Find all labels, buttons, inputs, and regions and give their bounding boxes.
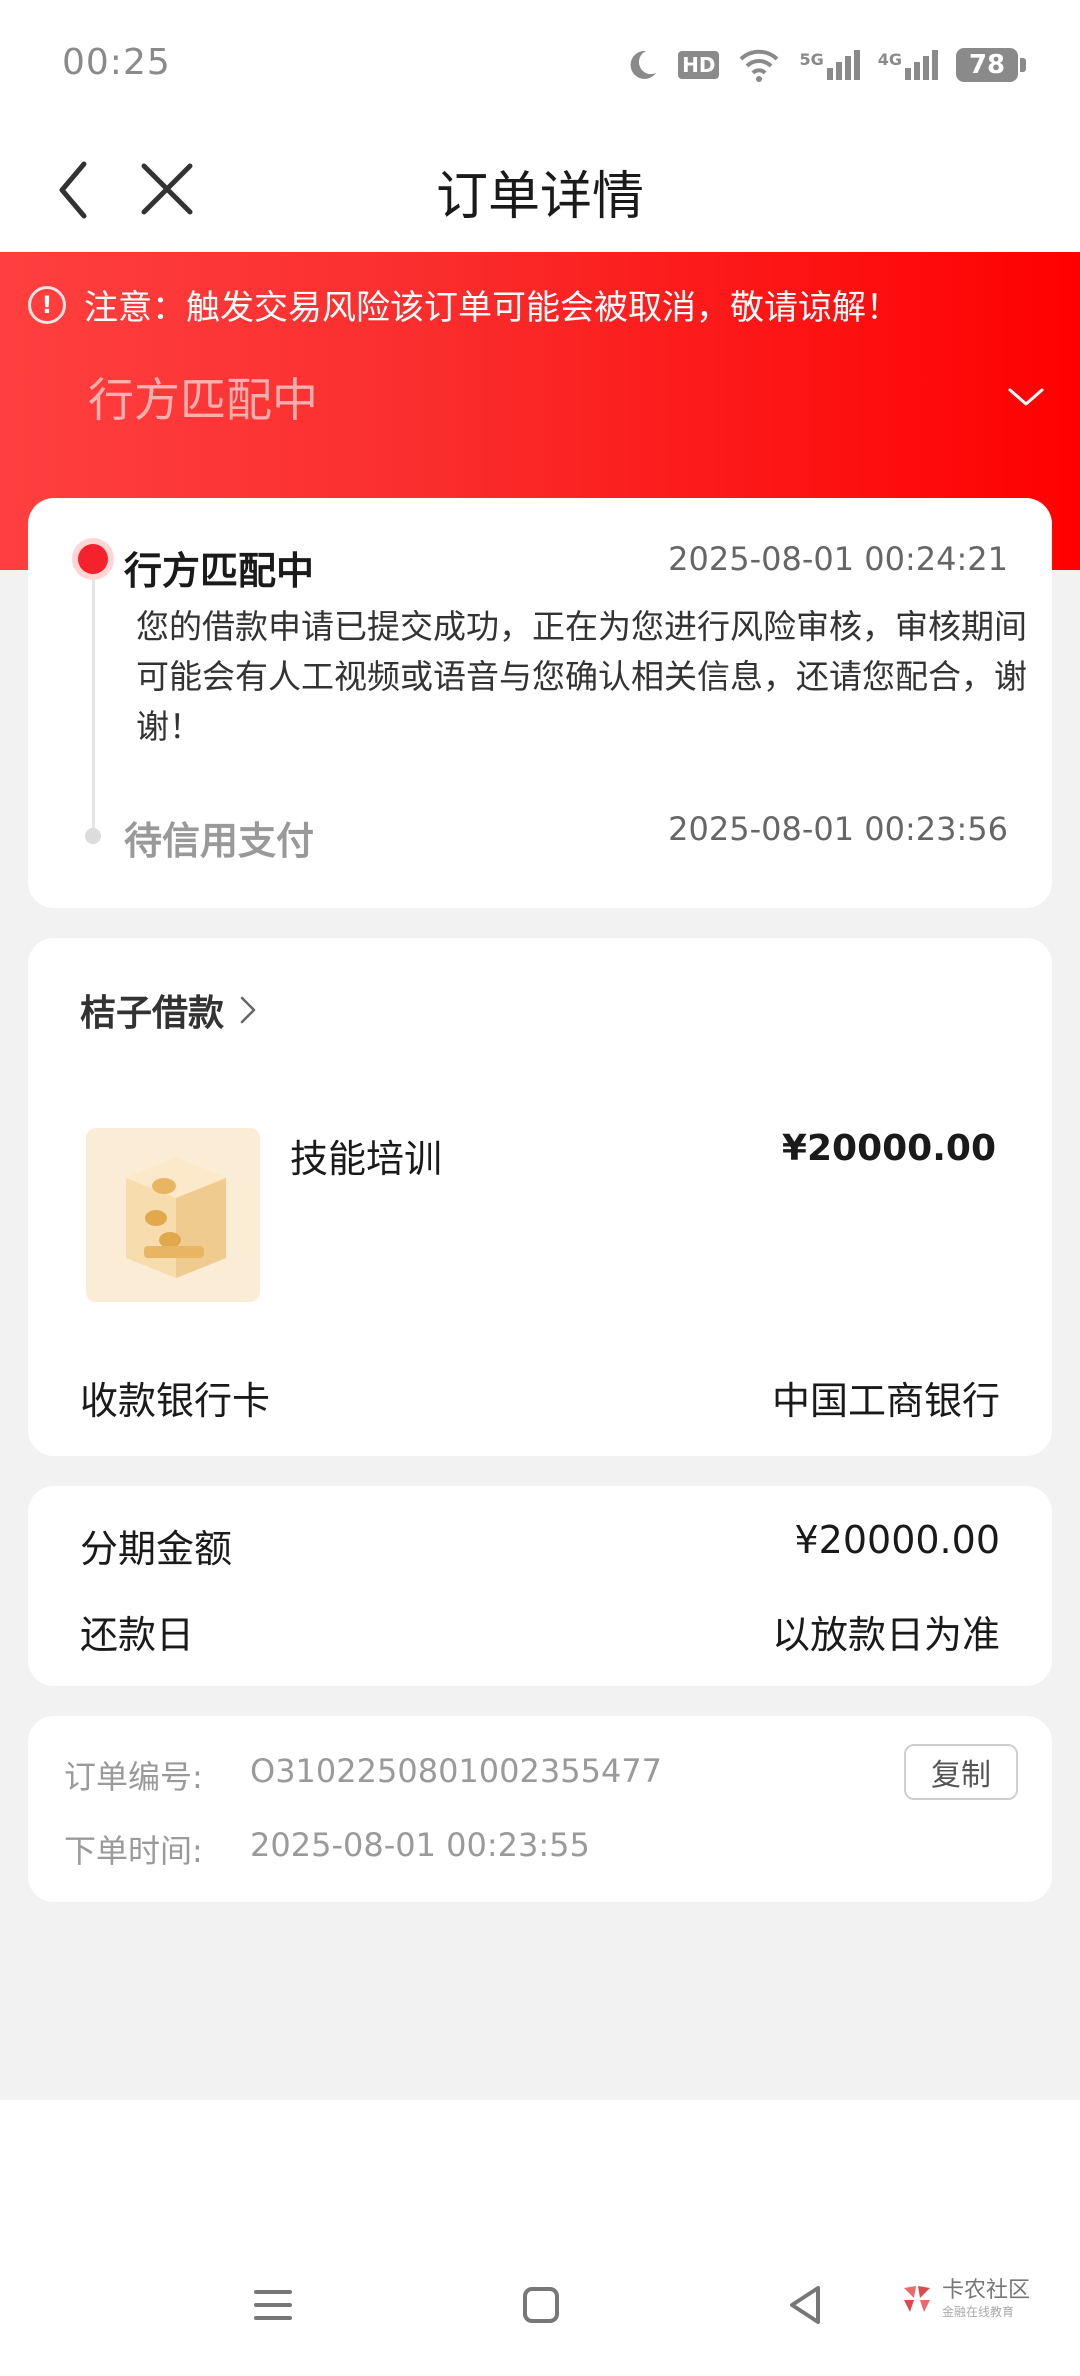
watermark-subtitle: 金融在线教育 bbox=[942, 2305, 1015, 2319]
installment-amount-label: 分期金额 bbox=[80, 1527, 233, 1571]
status-time: 00:25 bbox=[62, 42, 171, 83]
status-bar: 00:25 HD 5G 4G 78 bbox=[0, 0, 1080, 130]
risk-notice-text: 注意：触发交易风险该订单可能会被取消，敬请谅解！ bbox=[84, 288, 900, 328]
order-time-value: 2025-08-01 00:23:55 bbox=[250, 1826, 590, 1864]
menu-icon[interactable] bbox=[248, 2280, 298, 2330]
hd-label: HD bbox=[678, 51, 720, 79]
coins-box-icon bbox=[126, 1158, 226, 1278]
back-icon[interactable] bbox=[780, 2280, 830, 2330]
installment-amount-row: 分期金额 ¥20000.00 bbox=[80, 1518, 1000, 1573]
4g-label: 4G bbox=[877, 50, 902, 69]
merchant-link[interactable]: 桔子借款 bbox=[80, 984, 258, 1036]
watermark-logo: 卡农社区 金融在线教育 bbox=[900, 2280, 1030, 2318]
merchant-name: 桔子借款 bbox=[80, 993, 225, 1034]
timeline-step-description: 您的借款申请已提交成功，正在为您进行风险审核，审核期间可能会有人工视频或语音与您… bbox=[136, 607, 1027, 746]
home-icon[interactable] bbox=[516, 2280, 566, 2330]
status-icons: HD 5G 4G 78 bbox=[624, 40, 1026, 90]
order-time-label: 下单时间: bbox=[64, 1832, 203, 1870]
bank-card-value: 中国工商银行 bbox=[771, 1379, 1000, 1423]
timeline-dot-active bbox=[78, 544, 108, 574]
battery-icon: 78 bbox=[956, 48, 1026, 82]
hd-icon: HD bbox=[678, 51, 720, 79]
watermark-text: 卡农社区 金融在线教育 bbox=[942, 2278, 1031, 2319]
product-name: 技能培训 bbox=[290, 1137, 443, 1181]
timeline-step-time: 2025-08-01 00:23:56 bbox=[668, 810, 1008, 848]
4g-signal-icon: 4G bbox=[878, 50, 938, 80]
repayment-day-value: 以放款日为准 bbox=[771, 1613, 1000, 1657]
product-thumbnail bbox=[86, 1128, 260, 1302]
chevron-down-icon[interactable] bbox=[1006, 382, 1046, 412]
timeline-step-title: 行方匹配中 bbox=[124, 549, 315, 593]
product-price: ¥20000.00 bbox=[781, 1128, 996, 1169]
hero-status-text: 行方匹配中 bbox=[88, 373, 318, 427]
page-title: 订单详情 bbox=[435, 167, 644, 227]
bottom-area bbox=[0, 2100, 1080, 2376]
moon-icon bbox=[630, 50, 657, 79]
order-number-row: 订单编号: O3102250801002355477 bbox=[64, 1752, 662, 1798]
repayment-day-row: 还款日 以放款日为准 bbox=[80, 1604, 1000, 1659]
timeline-dot bbox=[85, 828, 101, 844]
order-number-label: 订单编号: bbox=[64, 1758, 203, 1796]
risk-notice: ! 注意：触发交易风险该订单可能会被取消，敬请谅解！ bbox=[28, 280, 900, 329]
timeline-line bbox=[92, 562, 95, 832]
order-card: 桔子借款 技能培训 ¥20000.00 收款银行卡 中国工商银行 bbox=[28, 938, 1052, 1456]
watermark-title: 卡农社区 bbox=[942, 2278, 1031, 2303]
logo-icon bbox=[904, 2286, 930, 2312]
repayment-day-label: 还款日 bbox=[80, 1613, 195, 1657]
warning-icon: ! bbox=[28, 285, 66, 324]
nav-bar: 订单详情 bbox=[0, 130, 1080, 252]
bank-card-label: 收款银行卡 bbox=[80, 1379, 271, 1423]
timeline-step-time: 2025-08-01 00:24:21 bbox=[668, 540, 1008, 578]
installment-card: 分期金额 ¥20000.00 还款日 以放款日为准 bbox=[28, 1486, 1052, 1686]
progress-timeline-card: 行方匹配中 2025-08-01 00:24:21 您的借款申请已提交成功，正在… bbox=[28, 498, 1052, 908]
5g-label: 5G bbox=[799, 50, 824, 69]
bank-card-row[interactable]: 收款银行卡 中国工商银行 bbox=[80, 1370, 1000, 1425]
installment-amount-value: ¥20000.00 bbox=[794, 1518, 1001, 1562]
timeline-step-title: 待信用支付 bbox=[124, 819, 315, 863]
order-number-value: O3102250801002355477 bbox=[250, 1752, 663, 1790]
wifi-icon bbox=[740, 49, 779, 82]
order-meta-card: 订单编号: O3102250801002355477 复制 下单时间: 2025… bbox=[28, 1716, 1052, 1902]
order-time-row: 下单时间: 2025-08-01 00:23:55 bbox=[64, 1826, 590, 1872]
chevron-right-icon bbox=[240, 996, 256, 1024]
copy-button[interactable]: 复制 bbox=[904, 1744, 1018, 1800]
5g-signal-icon: 5G bbox=[799, 50, 860, 80]
